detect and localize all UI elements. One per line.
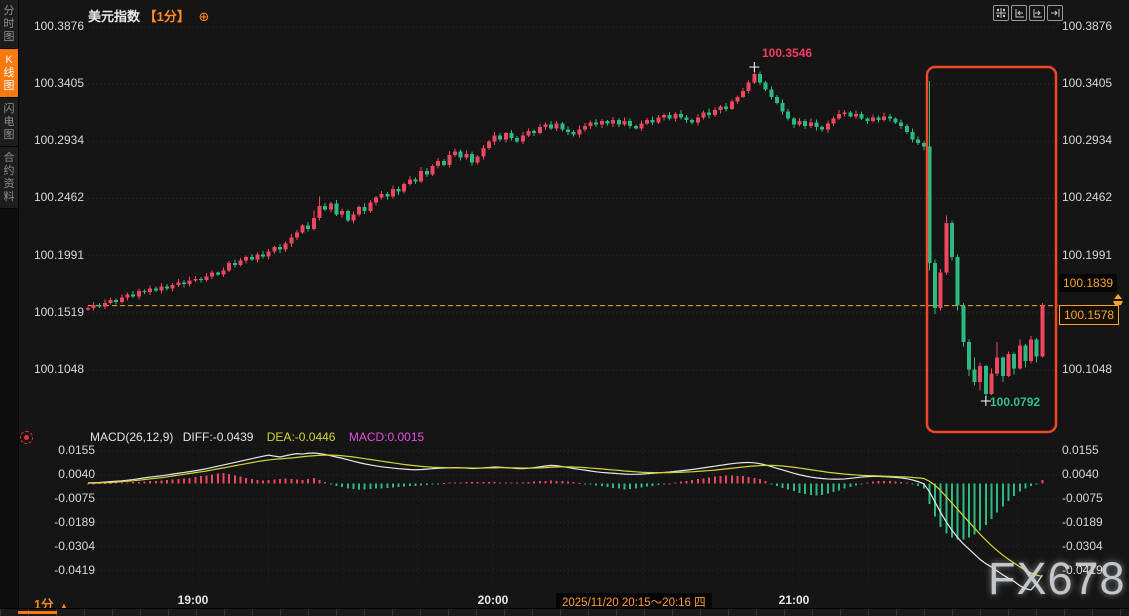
macd-axis-label: -0.0419 — [54, 562, 95, 577]
macd-indicator-header: MACD(26,12,9) DIFF:-0.0439 DEA:-0.0446 M… — [90, 430, 424, 444]
macd-axis-label: -0.0189 — [1062, 514, 1103, 529]
price-axis-label: 100.3405 — [1062, 76, 1113, 91]
price-axis-label: 100.1519 — [33, 304, 84, 319]
macd-axis-label: -0.0189 — [54, 514, 95, 529]
macd-diff-value: DIFF:-0.0439 — [182, 430, 254, 444]
price-scale-arrow-icon — [1113, 294, 1123, 305]
price-axis-label: 100.2934 — [1062, 133, 1113, 148]
price-axis-label: 100.2934 — [33, 133, 84, 148]
symbol-name: 美元指数 — [88, 9, 141, 24]
chart-toolbar — [993, 5, 1063, 21]
vertical-gridlines — [192, 448, 1019, 585]
macd-axis-label: 0.0040 — [58, 466, 95, 481]
candlestick-series — [86, 67, 1045, 401]
circle-plus-icon[interactable]: ⊕ — [199, 9, 210, 24]
time-scrollbar[interactable] — [0, 608, 1129, 616]
macd-dea-value: DEA:-0.0446 — [266, 430, 336, 444]
macd-params: MACD(26,12,9) — [90, 430, 174, 444]
time-label-19: 19:00 — [177, 593, 209, 607]
jump-to-latest-icon[interactable] — [1047, 5, 1063, 21]
interval-badge: 【1分】 — [143, 9, 190, 24]
extreme-point-markers — [749, 62, 991, 406]
macd-axis-label: 0.0155 — [58, 442, 95, 457]
low-price-annotation: 100.0792 — [990, 395, 1041, 409]
price-axis-label: 100.3405 — [33, 76, 84, 91]
reference-price-tag: 100.1839 — [1059, 274, 1118, 292]
macd-axis-label: -0.0304 — [1062, 538, 1103, 553]
chart-title: 美元指数 【1分】 ⊕ — [88, 6, 209, 25]
price-axis-label: 100.1991 — [33, 247, 84, 262]
price-axis-label: 100.2462 — [33, 190, 84, 205]
watermark: FX678 — [988, 553, 1126, 604]
price-axis-label: 100.3876 — [33, 19, 84, 33]
price-axis-right: 100.3876 100.3405 100.2934 100.2462 100.1991… — [1062, 0, 1128, 440]
indicator-alert-icon[interactable] — [20, 431, 33, 444]
sidebar-tab-kline-chart[interactable]: K线图 — [0, 49, 18, 98]
axis-arrow-left-icon[interactable] — [1011, 5, 1027, 21]
sidebar-tab-time-chart[interactable]: 分时图 — [0, 0, 18, 49]
main-chart-canvas[interactable] — [0, 0, 1129, 616]
macd-diff-line — [87, 452, 1043, 591]
horizontal-gridlines — [88, 26, 1057, 572]
scrollbar-range-handle[interactable] — [18, 611, 57, 614]
price-axis-label: 100.1991 — [1062, 247, 1113, 262]
macd-axis-label: -0.0304 — [54, 538, 95, 553]
trading-chart-app: 分时图 K线图 闪电图 合约资料 美元指数 【1分】 ⊕ 100.3876 100… — [0, 0, 1129, 616]
macd-axis-label: -0.0075 — [1062, 490, 1103, 505]
macd-axis-label: -0.0075 — [54, 490, 95, 505]
chart-type-sidebar: 分时图 K线图 闪电图 合约资料 — [0, 0, 19, 608]
time-label-21: 21:00 — [778, 593, 810, 607]
macd-histogram — [87, 472, 1044, 540]
macd-axis-label: 0.0040 — [1062, 466, 1099, 481]
last-price-tag: 100.1578 — [1059, 305, 1120, 325]
macd-axis-label: 0.0155 — [1062, 442, 1099, 457]
price-axis-label: 100.1048 — [1062, 361, 1113, 376]
axis-arrow-right-icon[interactable] — [1029, 5, 1045, 21]
price-axis-label: 100.3876 — [1062, 19, 1113, 33]
sidebar-tab-lightning-chart[interactable]: 闪电图 — [0, 98, 18, 147]
pan-crosshair-icon[interactable] — [993, 5, 1009, 21]
price-axis-label: 100.1048 — [33, 361, 84, 376]
macd-bar-value: MACD:0.0015 — [348, 430, 425, 444]
price-axis-label: 100.2462 — [1062, 190, 1113, 205]
sidebar-tab-contract-info[interactable]: 合约资料 — [0, 147, 18, 209]
time-label-20: 20:00 — [477, 593, 509, 607]
macd-dea-line — [88, 454, 1043, 578]
high-price-annotation: 100.3546 — [762, 46, 813, 60]
